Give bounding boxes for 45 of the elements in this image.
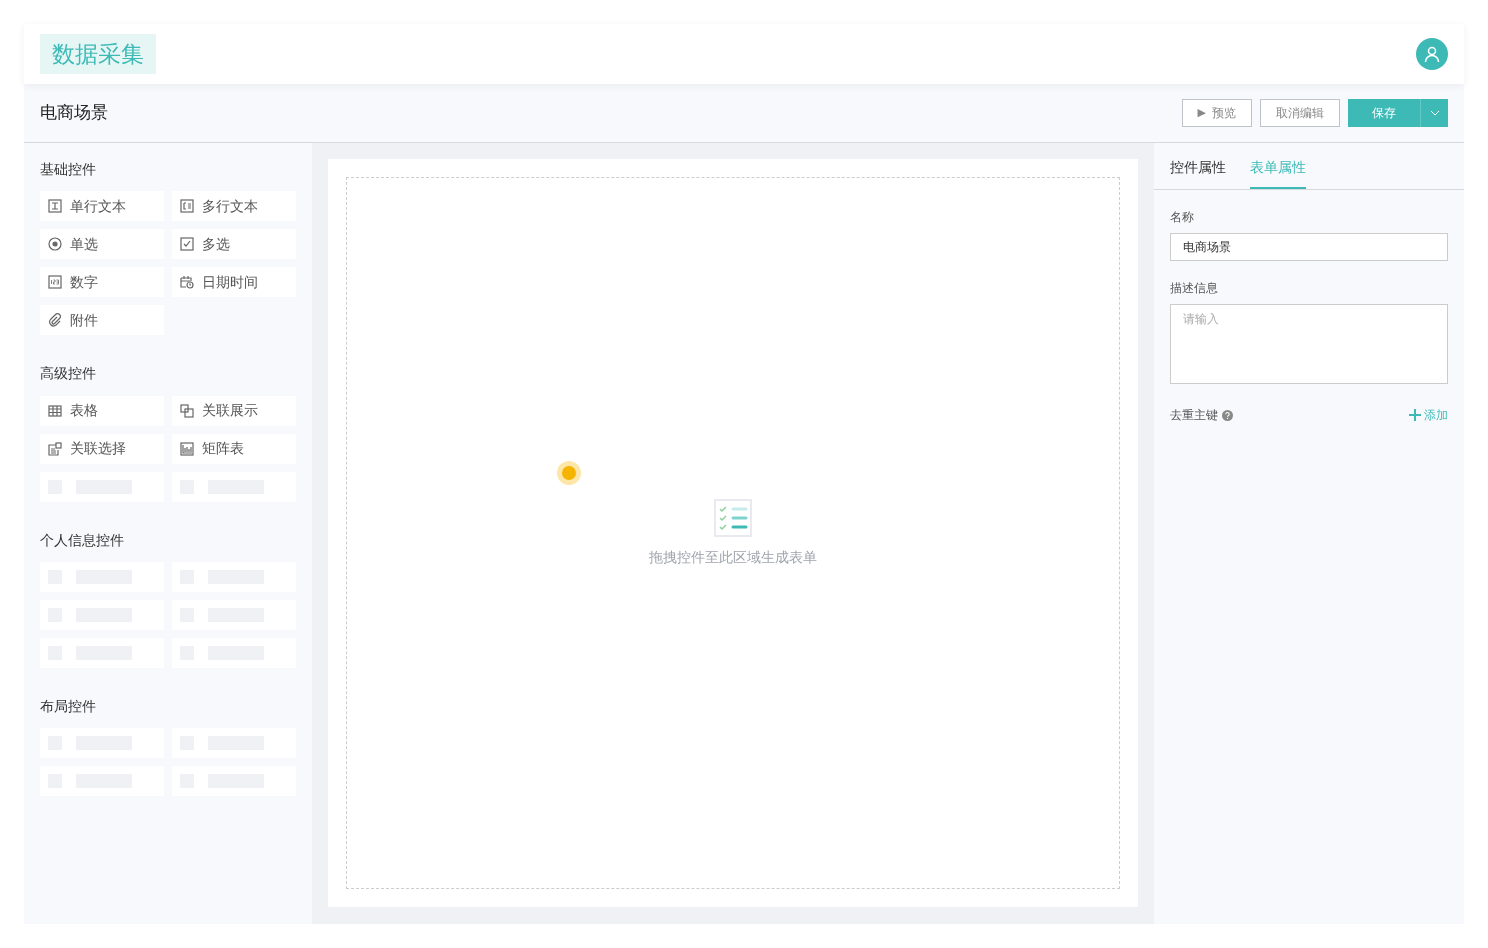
linked-select-icon	[48, 441, 62, 456]
control-item[interactable]: 关联展示	[172, 395, 296, 426]
user-avatar[interactable]	[1416, 38, 1448, 70]
app-logo: 数据采集	[40, 34, 156, 74]
control-item[interactable]: 数字	[40, 267, 164, 298]
control-item[interactable]: 附件	[40, 305, 164, 336]
control-item[interactable]: 日期时间	[172, 267, 296, 298]
play-icon: ▶	[1197, 104, 1206, 122]
radio-icon	[48, 237, 62, 252]
help-icon[interactable]	[1222, 409, 1233, 421]
control-item[interactable]: 表格	[40, 395, 164, 426]
multiline-text-icon	[180, 199, 194, 214]
group-title: 高级控件	[40, 364, 97, 384]
cancel-edit-button[interactable]: 取消编辑	[1260, 99, 1340, 127]
linked-squares-icon	[180, 403, 194, 418]
caret-icon	[1429, 110, 1440, 116]
control-item[interactable]: 关联选择	[40, 433, 164, 464]
matrix-icon	[180, 441, 194, 456]
name-input[interactable]: 电商场景	[1170, 233, 1448, 261]
field-label: 描述信息	[1170, 280, 1219, 297]
group-title: 布局控件	[40, 696, 97, 716]
description-input[interactable]: 请输入	[1170, 304, 1448, 384]
control-item[interactable]: 单选	[40, 229, 164, 260]
paperclip-icon	[48, 313, 62, 328]
text-field-icon	[48, 199, 62, 214]
control-item[interactable]: 单行文本	[40, 191, 164, 222]
page-title: 电商场景	[40, 101, 108, 125]
control-item[interactable]: 多行文本	[172, 191, 296, 222]
field-label: 名称	[1170, 209, 1195, 226]
control-item[interactable]: 矩阵表	[172, 433, 296, 464]
group-title: 个人信息控件	[40, 530, 125, 550]
control-item[interactable]: 多选	[172, 229, 296, 260]
calendar-clock-icon	[180, 275, 194, 290]
number-icon	[48, 275, 62, 290]
indicator-dot	[557, 461, 581, 485]
dropdown-toggle-button[interactable]	[1420, 99, 1448, 127]
table-icon	[48, 403, 62, 418]
group-title: 基础控件	[40, 160, 97, 179]
panel-tab[interactable]: 控件属性	[1170, 157, 1226, 189]
preview-button[interactable]: ▶ 预览	[1181, 99, 1252, 127]
field-label: 去重主键	[1170, 407, 1218, 424]
empty-hint: 拖拽控件至此区域生成表单	[649, 547, 817, 567]
plus-icon	[1409, 409, 1421, 421]
checkbox-icon	[180, 237, 194, 252]
checklist-icon	[714, 498, 752, 537]
